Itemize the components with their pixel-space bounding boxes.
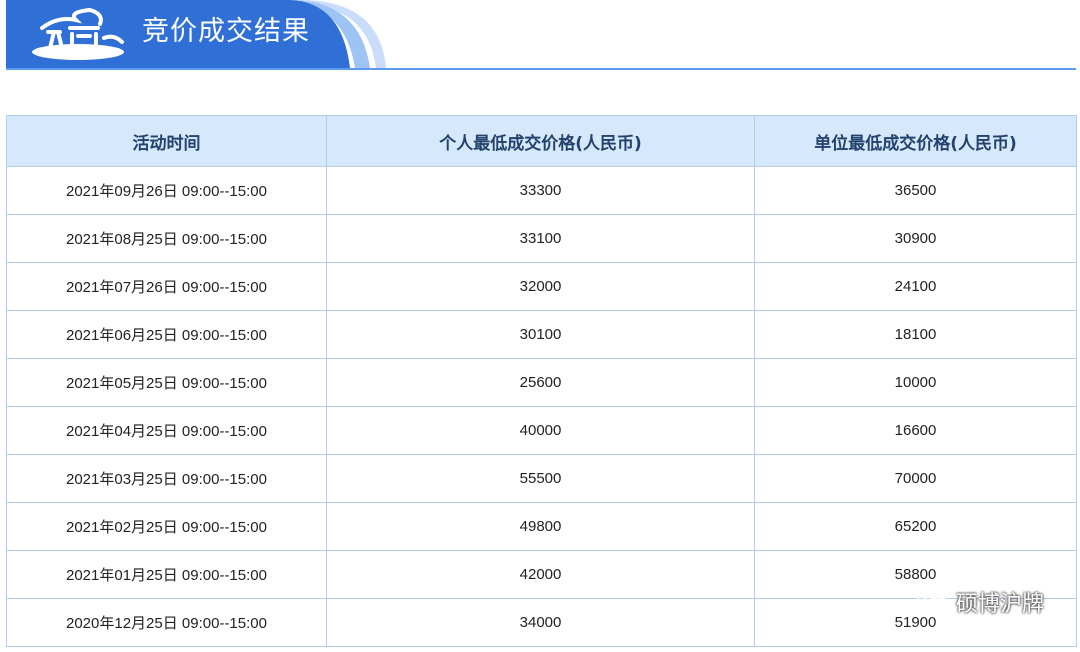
cell-time: 2021年06月25日 09:00--15:00 — [6, 310, 327, 359]
table-row: 2021年09月26日 09:00--15:00 33300 36500 — [6, 166, 1077, 215]
cell-unit-price: 18100 — [754, 310, 1077, 359]
cell-time: 2021年03月25日 09:00--15:00 — [6, 454, 327, 503]
auction-results-table: 活动时间 个人最低成交价格(人民币) 单位最低成交价格(人民币) 2021年09… — [6, 115, 1077, 647]
cell-personal-price: 33100 — [326, 214, 755, 263]
table-header-row: 活动时间 个人最低成交价格(人民币) 单位最低成交价格(人民币) — [6, 115, 1077, 167]
table-row: 2021年02月25日 09:00--15:00 49800 65200 — [6, 502, 1077, 551]
column-header-unit-price: 单位最低成交价格(人民币) — [754, 115, 1077, 167]
cell-personal-price: 40000 — [326, 406, 755, 455]
cell-unit-price: 24100 — [754, 262, 1077, 311]
cell-personal-price: 25600 — [326, 358, 755, 407]
cell-unit-price: 10000 — [754, 358, 1077, 407]
table-row: 2021年05月25日 09:00--15:00 25600 10000 — [6, 358, 1077, 407]
cell-unit-price: 30900 — [754, 214, 1077, 263]
column-header-personal-price: 个人最低成交价格(人民币) — [326, 115, 755, 167]
cell-time: 2021年05月25日 09:00--15:00 — [6, 358, 327, 407]
wechat-watermark: 硕博沪牌 — [916, 586, 1044, 618]
cell-personal-price: 42000 — [326, 550, 755, 599]
cell-time: 2021年01月25日 09:00--15:00 — [6, 550, 327, 599]
wechat-icon — [916, 590, 949, 614]
cell-personal-price: 30100 — [326, 310, 755, 359]
table-row: 2021年04月25日 09:00--15:00 40000 16600 — [6, 406, 1077, 455]
page-header: 竞价成交结果 — [0, 0, 1080, 72]
cell-time: 2021年02月25日 09:00--15:00 — [6, 502, 327, 551]
header-divider — [6, 68, 1076, 70]
cell-time: 2021年07月26日 09:00--15:00 — [6, 262, 327, 311]
cell-personal-price: 55500 — [326, 454, 755, 503]
cell-personal-price: 33300 — [326, 166, 755, 215]
table-row: 2021年08月25日 09:00--15:00 33100 30900 — [6, 214, 1077, 263]
cell-personal-price: 34000 — [326, 598, 755, 647]
cell-unit-price: 16600 — [754, 406, 1077, 455]
table-row: 2021年07月26日 09:00--15:00 32000 24100 — [6, 262, 1077, 311]
cell-unit-price: 65200 — [754, 502, 1077, 551]
cell-time: 2021年08月25日 09:00--15:00 — [6, 214, 327, 263]
table-row: 2021年03月25日 09:00--15:00 55500 70000 — [6, 454, 1077, 503]
cell-time: 2021年04月25日 09:00--15:00 — [6, 406, 327, 455]
cell-unit-price: 70000 — [754, 454, 1077, 503]
cell-unit-price: 36500 — [754, 166, 1077, 215]
column-header-time: 活动时间 — [6, 115, 327, 167]
page-title: 竞价成交结果 — [142, 16, 310, 47]
cell-personal-price: 49800 — [326, 502, 755, 551]
watermark-text: 硕博沪牌 — [955, 592, 1044, 617]
cell-time: 2020年12月25日 09:00--15:00 — [6, 598, 327, 647]
table-row: 2021年06月25日 09:00--15:00 30100 18100 — [6, 310, 1077, 359]
building-logo-icon — [32, 8, 124, 60]
cell-time: 2021年09月26日 09:00--15:00 — [6, 166, 327, 215]
cell-personal-price: 32000 — [326, 262, 755, 311]
